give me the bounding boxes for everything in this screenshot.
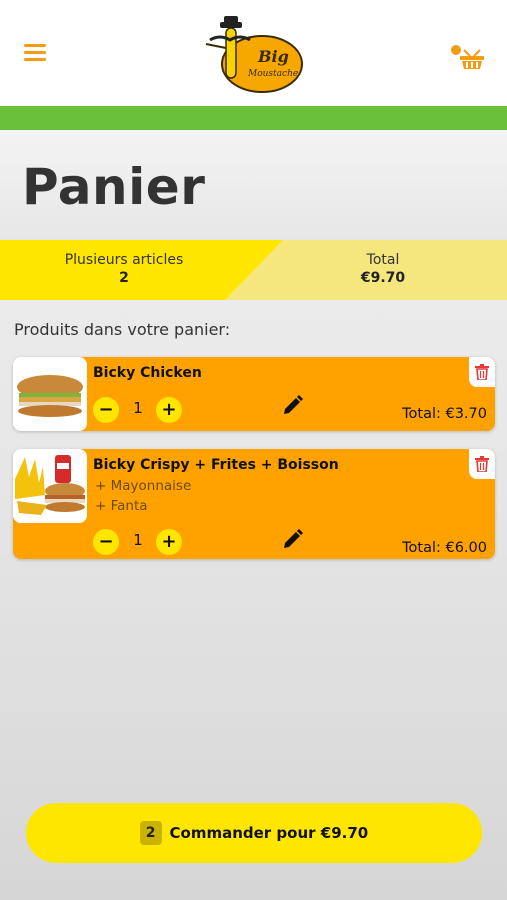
shopping-basket-icon[interactable]: [450, 44, 484, 70]
product-name: Bicky Crispy + Frites + Boisson: [93, 457, 339, 473]
product-image: [13, 357, 87, 431]
order-item-count-badge: 2: [139, 821, 162, 845]
quantity-value: 1: [133, 399, 143, 417]
quantity-value: 1: [133, 531, 143, 549]
cart-item: Bicky Chicken − 1 + Total: €3.70: [13, 357, 495, 431]
total-label: Total: [366, 252, 400, 268]
delete-item-button[interactable]: [469, 449, 495, 479]
decrease-quantity-button[interactable]: −: [93, 397, 119, 423]
trash-icon: [475, 364, 489, 380]
items-count-summary: Plusieurs articles 2: [44, 252, 204, 286]
delete-item-button[interactable]: [469, 357, 495, 387]
decrease-quantity-button[interactable]: −: [93, 529, 119, 555]
logo-text-big: Big: [257, 47, 289, 66]
product-option: + Mayonnaise: [95, 478, 192, 494]
line-total: Total: €3.70: [402, 406, 487, 422]
edit-pencil-icon[interactable]: [281, 395, 303, 417]
product-name: Bicky Chicken: [93, 365, 202, 381]
cart-summary: Plusieurs articles 2 Total €9.70: [0, 240, 507, 300]
edit-pencil-icon[interactable]: [281, 529, 303, 551]
cart-item: Bicky Crispy + Frites + Boisson + Mayonn…: [13, 449, 495, 559]
items-count-value: 2: [119, 270, 129, 286]
trash-icon: [475, 456, 489, 472]
hamburger-menu-icon[interactable]: [24, 44, 46, 64]
page-title: Panier: [22, 158, 206, 216]
line-total: Total: €6.00: [402, 540, 487, 556]
order-button[interactable]: 2 Commander pour €9.70: [26, 803, 482, 863]
total-value: €9.70: [360, 270, 406, 286]
product-option: + Fanta: [95, 498, 148, 514]
logo-text-moustache: Moustache: [247, 69, 298, 79]
order-button-label: Commander pour €9.70: [169, 824, 369, 842]
increase-quantity-button[interactable]: +: [156, 529, 182, 555]
total-summary: Total €9.70: [313, 252, 453, 286]
items-count-label: Plusieurs articles: [64, 252, 184, 268]
product-image: [13, 449, 87, 523]
app-header: Big Moustache: [0, 0, 507, 106]
section-label: Produits dans votre panier:: [14, 320, 231, 339]
accent-bar: [0, 106, 507, 130]
increase-quantity-button[interactable]: +: [156, 397, 182, 423]
brand-logo[interactable]: Big Moustache: [204, 14, 304, 98]
